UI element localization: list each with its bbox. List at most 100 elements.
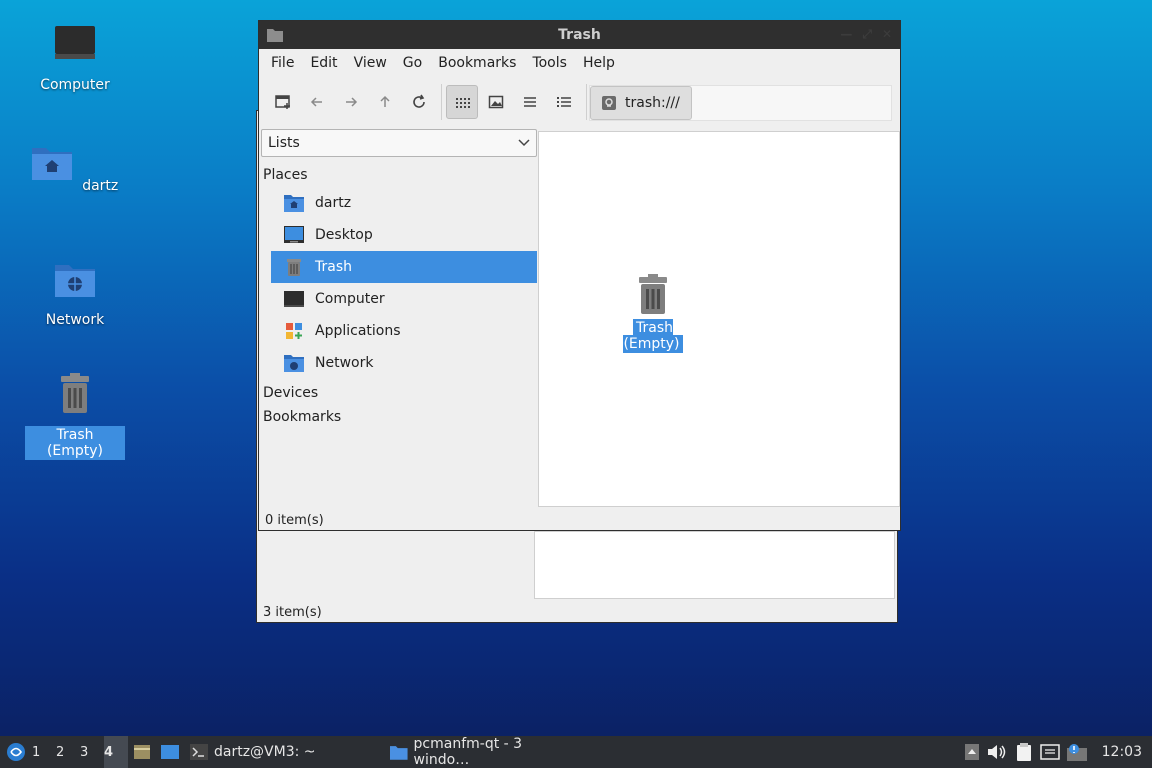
sidebar-item-network[interactable]: Network	[271, 347, 537, 379]
path-bar[interactable]: trash:///	[589, 85, 892, 121]
clock[interactable]: 12:03	[1102, 744, 1142, 760]
desktop-icon-computer[interactable]: Computer	[25, 22, 125, 94]
toolbar-separator	[586, 84, 587, 120]
task-label: pcmanfm-qt - 3 windo…	[413, 736, 523, 768]
new-tab-button[interactable]	[267, 85, 299, 119]
desktop-icon-network[interactable]: Network	[25, 257, 125, 329]
back-button[interactable]	[301, 85, 333, 119]
reload-button[interactable]	[403, 85, 435, 119]
menu-edit[interactable]: Edit	[302, 55, 345, 71]
desktop-icon	[284, 226, 304, 243]
sidebar-item-desktop[interactable]: Desktop	[271, 219, 537, 251]
icon-view-button[interactable]	[446, 85, 478, 119]
menu-bookmarks[interactable]: Bookmarks	[430, 55, 524, 71]
window-controls: — ⤢ ✕	[840, 27, 892, 42]
sidebar: Lists Places dartz Desktop Trash Compute…	[261, 129, 537, 429]
sidebar-item-dartz[interactable]: dartz	[271, 187, 537, 219]
trash-file-manager-window[interactable]: Trash — ⤢ ✕ File Edit View Go Bookmarks …	[258, 20, 901, 531]
sidebar-item-applications[interactable]: Applications	[271, 315, 537, 347]
detailed-list-icon	[557, 97, 571, 107]
menu-help[interactable]: Help	[575, 55, 623, 71]
network-status-icon[interactable]	[1039, 743, 1060, 761]
taskbar: 1 2 3 4 dartz@VM3: ~ pcmanfm-qt - 3 wind…	[0, 736, 1152, 768]
notification-icon[interactable]	[1066, 742, 1088, 762]
sidebar-mode-select[interactable]: Lists	[261, 129, 537, 157]
workspace-4[interactable]: 4	[104, 736, 128, 768]
menu-go[interactable]: Go	[395, 55, 430, 71]
close-icon[interactable]: ✕	[882, 27, 892, 42]
sidebar-item-label: Network	[315, 355, 374, 371]
menubar: File Edit View Go Bookmarks Tools Help	[259, 49, 900, 77]
menu-file[interactable]: File	[263, 55, 302, 71]
folder-icon	[267, 29, 283, 42]
task-label: dartz@VM3: ~	[214, 744, 316, 760]
trash-location-icon	[602, 96, 616, 110]
maximize-icon[interactable]: ⤢	[862, 27, 872, 42]
window-titlebar[interactable]: Trash — ⤢ ✕	[259, 21, 900, 49]
section-devices[interactable]: Devices	[261, 379, 537, 405]
file-view[interactable]: Trash (Empty)	[538, 131, 900, 507]
clipboard-icon[interactable]	[1014, 742, 1034, 762]
back-window-content-pane	[534, 531, 895, 599]
terminal-icon	[190, 744, 208, 760]
sidebar-item-label: Applications	[315, 323, 401, 339]
reload-icon	[413, 94, 425, 108]
sidebar-item-label: dartz	[315, 195, 352, 211]
workspace-3[interactable]: 3	[80, 736, 104, 768]
workspace-2[interactable]: 2	[56, 736, 80, 768]
sidebar-item-label: Desktop	[315, 227, 373, 243]
quicklaunch-desktop[interactable]	[156, 736, 184, 768]
applications-icon	[286, 323, 302, 339]
up-button[interactable]	[369, 85, 401, 119]
window-status: 0 item(s)	[265, 513, 324, 528]
menu-tools[interactable]: Tools	[524, 55, 575, 71]
network-folder-icon	[284, 355, 304, 372]
thumbnail-view-button[interactable]	[480, 85, 512, 119]
path-segment-button[interactable]: trash:///	[590, 86, 692, 120]
arrow-right-icon	[346, 97, 358, 107]
compact-view-button[interactable]	[514, 85, 546, 119]
toolbar: trash:///	[259, 77, 900, 127]
volume-icon[interactable]	[986, 743, 1008, 761]
file-item-label: Trash (Empty)	[623, 319, 683, 353]
trash-icon	[287, 259, 301, 276]
sidebar-mode-value: Lists	[268, 135, 300, 151]
sidebar-item-label: Trash	[315, 259, 352, 275]
toolbar-separator	[441, 84, 442, 120]
trash-icon	[639, 274, 667, 314]
trash-icon	[61, 373, 89, 413]
sidebar-item-computer[interactable]: Computer	[271, 283, 537, 315]
minimize-icon[interactable]: —	[840, 27, 852, 42]
forward-button[interactable]	[335, 85, 367, 119]
show-desktop-icon	[161, 745, 179, 759]
task-pcmanfm[interactable]: pcmanfm-qt - 3 windo…	[384, 736, 584, 768]
folder-icon	[390, 746, 408, 760]
home-folder-icon	[31, 148, 72, 180]
back-window-status: 3 item(s)	[263, 605, 322, 620]
computer-icon	[284, 291, 304, 307]
tray-arrow-icon[interactable]	[964, 743, 980, 761]
list-icon	[524, 97, 536, 107]
section-bookmarks[interactable]: Bookmarks	[261, 405, 537, 429]
detailed-view-button[interactable]	[548, 85, 580, 119]
arrow-left-icon	[310, 97, 322, 107]
desktop-icon-trash[interactable]: Trash (Empty)	[25, 372, 125, 460]
path-text: trash:///	[625, 95, 680, 111]
workspace-1[interactable]: 1	[32, 736, 56, 768]
start-menu-button[interactable]	[0, 736, 32, 768]
section-places[interactable]: Places	[261, 157, 537, 187]
window-title: Trash	[558, 27, 601, 43]
desktop-icon-label: dartz	[82, 178, 119, 194]
image-icon	[488, 95, 504, 109]
file-item-trash[interactable]: Trash (Empty)	[603, 274, 703, 353]
desktop-icon-label: Computer	[40, 77, 110, 93]
grid-view-icon	[456, 98, 470, 108]
chevron-down-icon	[518, 139, 530, 147]
sidebar-item-label: Computer	[315, 291, 385, 307]
menu-view[interactable]: View	[346, 55, 395, 71]
quicklaunch-file-manager[interactable]	[128, 736, 156, 768]
task-terminal[interactable]: dartz@VM3: ~	[184, 736, 384, 768]
new-tab-icon	[275, 95, 290, 109]
sidebar-item-trash[interactable]: Trash	[271, 251, 537, 283]
desktop-icon-dartz[interactable]: dartz	[25, 140, 125, 195]
